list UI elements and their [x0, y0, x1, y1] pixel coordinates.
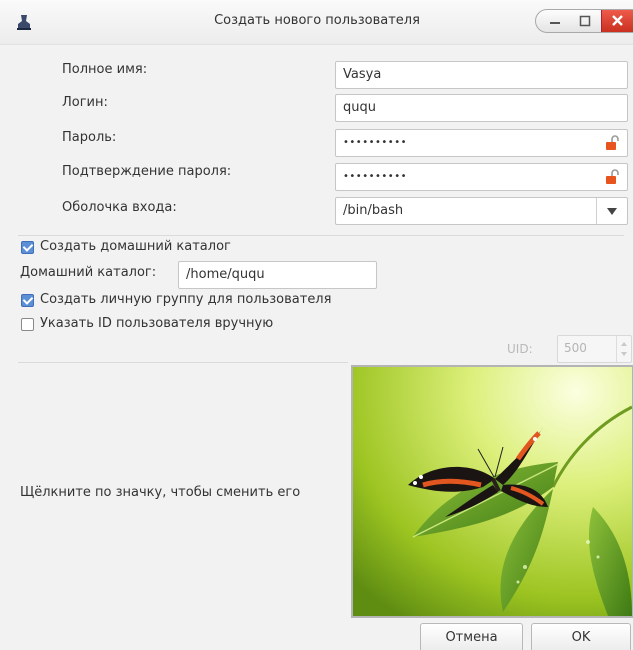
maximize-icon: [579, 15, 591, 27]
password-field[interactable]: ••••••••••: [335, 129, 628, 157]
close-icon: [612, 15, 623, 26]
uid-spinner[interactable]: 500: [557, 335, 632, 363]
dropdown-arrow-icon[interactable]: [596, 198, 627, 224]
fullname-field[interactable]: Vasya: [335, 61, 628, 89]
manual-uid-label[interactable]: Указать ID пользователя вручную: [40, 316, 273, 331]
password-label: Пароль:: [62, 130, 117, 145]
avatar-hint: Щёлкните по значку, чтобы сменить его: [20, 485, 301, 500]
minimize-button[interactable]: [544, 13, 566, 29]
confirm-password-value: ••••••••••: [343, 171, 407, 182]
shell-value: /bin/bash: [343, 203, 404, 218]
login-field[interactable]: ququ: [335, 94, 628, 122]
separator: [18, 362, 348, 363]
create-group-checkbox[interactable]: [21, 294, 34, 307]
confirm-password-field[interactable]: ••••••••••: [335, 163, 628, 191]
create-home-label[interactable]: Создать домашний каталог: [40, 239, 231, 254]
maximize-button[interactable]: [574, 13, 596, 29]
minimize-icon: [550, 22, 560, 24]
unlocked-lock-icon[interactable]: [605, 135, 619, 151]
password-value: ••••••••••: [343, 137, 407, 148]
close-button[interactable]: [601, 10, 633, 32]
spinner-arrows-icon[interactable]: [616, 336, 631, 362]
uid-label: UID:: [507, 342, 533, 356]
home-dir-label: Домашний каталог:: [20, 265, 157, 280]
home-dir-value: /home/ququ: [186, 267, 265, 282]
uid-value: 500: [564, 341, 587, 355]
create-home-checkbox[interactable]: [21, 241, 34, 254]
login-value: ququ: [343, 100, 376, 115]
ok-button[interactable]: OK: [531, 623, 631, 650]
shell-select[interactable]: /bin/bash: [335, 197, 628, 225]
create-group-label[interactable]: Создать личную группу для пользователя: [40, 292, 331, 307]
separator: [18, 235, 624, 236]
butterfly-picture: [353, 367, 632, 616]
confirm-password-label: Подтверждение пароля:: [62, 164, 232, 179]
fullname-label: Полное имя:: [62, 62, 148, 77]
manual-uid-checkbox[interactable]: [21, 318, 34, 331]
login-label: Логин:: [62, 95, 108, 110]
avatar-picture-button[interactable]: [351, 365, 633, 618]
fullname-value: Vasya: [343, 67, 382, 82]
home-dir-field[interactable]: /home/ququ: [178, 261, 377, 289]
create-user-dialog: Создать нового пользователя Полное имя: …: [0, 0, 634, 650]
window-controls: [535, 9, 633, 33]
title-bar[interactable]: Создать нового пользователя: [0, 0, 633, 45]
cancel-button[interactable]: Отмена: [420, 623, 523, 650]
unlocked-lock-icon[interactable]: [605, 169, 619, 185]
shell-label: Оболочка входа:: [62, 200, 177, 215]
